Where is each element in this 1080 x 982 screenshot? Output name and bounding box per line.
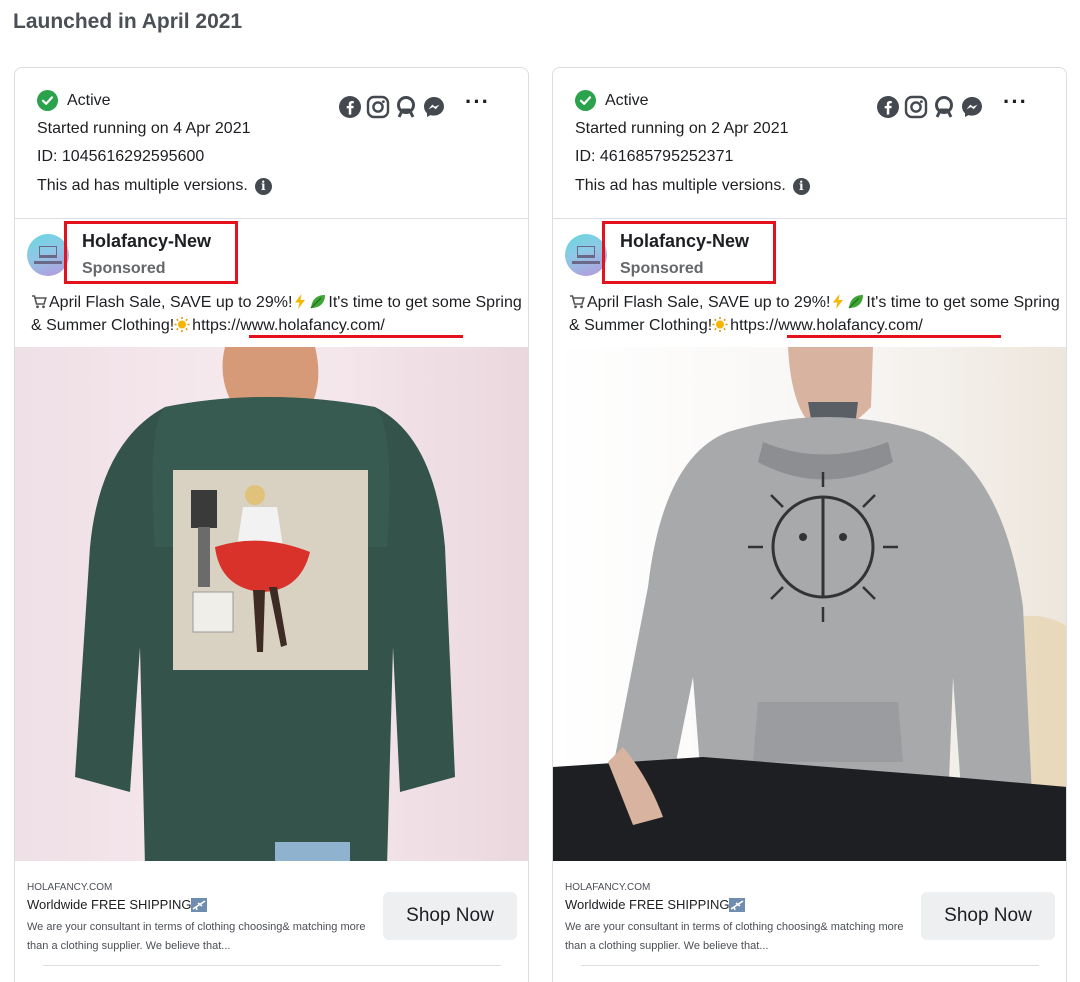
- page-avatar[interactable]: [565, 234, 607, 276]
- footer-divider: [581, 965, 1039, 966]
- facebook-icon: [339, 96, 361, 118]
- ad-card-header: Active Started running on 2 Apr 2021 ID:…: [553, 68, 1066, 219]
- start-date: Started running on 2 Apr 2021: [575, 120, 789, 137]
- section-title: Launched in April 2021: [13, 10, 243, 33]
- messenger-icon: [962, 97, 982, 117]
- leaf-icon: [310, 295, 326, 309]
- instagram-icon: [904, 95, 928, 119]
- instagram-icon: [366, 95, 390, 119]
- avatar-logo-bar: [572, 261, 600, 264]
- link-description: We are your consultant in terms of cloth…: [27, 921, 366, 952]
- platform-icons: [876, 95, 984, 119]
- platform-icons: [338, 95, 446, 119]
- ad-card: Active Started running on 4 Apr 2021 ID:…: [14, 67, 529, 982]
- ad-copy-part1: April Flash Sale, SAVE up to 29%!: [587, 294, 831, 311]
- messenger-icon: [424, 97, 444, 117]
- status-label: Active: [67, 91, 111, 109]
- ad-card: Active Started running on 2 Apr 2021 ID:…: [552, 67, 1067, 982]
- ad-id: ID: 461685795252371: [575, 148, 734, 165]
- check-circle-icon: [37, 90, 58, 111]
- shop-now-button[interactable]: Shop Now: [383, 892, 517, 940]
- shopping-cart-icon: [570, 295, 585, 309]
- link-headline: Worldwide FREE SHIPPING: [565, 897, 746, 912]
- check-circle-icon: [575, 90, 596, 111]
- audience-network-icon: [397, 96, 415, 118]
- sun-icon: [174, 317, 190, 332]
- headline-label: Worldwide FREE SHIPPING: [27, 897, 192, 912]
- sun-icon: [712, 317, 728, 332]
- headline-label: Worldwide FREE SHIPPING: [565, 897, 730, 912]
- lightning-icon: [833, 294, 844, 309]
- more-options-button[interactable]: ···: [1003, 91, 1028, 113]
- ad-card-header: Active Started running on 4 Apr 2021 ID:…: [15, 68, 528, 219]
- ad-image[interactable]: [553, 347, 1066, 861]
- link-domain: HOLAFANCY.COM: [565, 882, 651, 893]
- ad-copy: April Flash Sale, SAVE up to 29%! It's ti…: [569, 291, 1064, 337]
- status-row: Active: [37, 90, 111, 111]
- sponsored-label: Sponsored: [82, 260, 166, 277]
- link-domain: HOLAFANCY.COM: [27, 882, 113, 893]
- versions-note: This ad has multiple versions. i: [575, 177, 810, 195]
- avatar-logo-icon: [577, 246, 595, 258]
- info-icon[interactable]: i: [792, 177, 810, 195]
- audience-network-icon: [935, 96, 953, 118]
- sponsored-label: Sponsored: [620, 260, 704, 277]
- avatar-logo-bar: [34, 261, 62, 264]
- ad-copy-part1: April Flash Sale, SAVE up to 29%!: [49, 294, 293, 311]
- ad-image[interactable]: [15, 347, 528, 861]
- ad-id: ID: 1045616292595600: [37, 148, 205, 165]
- ad-copy: April Flash Sale, SAVE up to 29%! It's ti…: [31, 291, 526, 337]
- more-options-button[interactable]: ···: [465, 91, 490, 113]
- page-name[interactable]: Holafancy-New: [82, 231, 211, 252]
- versions-note: This ad has multiple versions. i: [37, 177, 272, 195]
- annotation-underline: [249, 335, 463, 338]
- status-label: Active: [605, 91, 649, 109]
- airplane-icon: [729, 897, 746, 912]
- avatar-logo-icon: [39, 246, 57, 258]
- link-description: We are your consultant in terms of cloth…: [565, 921, 904, 952]
- page-avatar[interactable]: [27, 234, 69, 276]
- link-headline: Worldwide FREE SHIPPING: [27, 897, 208, 912]
- sweatshirt-photo: [75, 347, 455, 861]
- facebook-icon: [877, 96, 899, 118]
- start-date: Started running on 4 Apr 2021: [37, 120, 251, 137]
- annotation-underline: [787, 335, 1001, 338]
- shopping-cart-icon: [32, 295, 47, 309]
- status-row: Active: [575, 90, 649, 111]
- lightning-icon: [295, 294, 306, 309]
- info-icon[interactable]: i: [254, 177, 272, 195]
- leaf-icon: [848, 295, 864, 309]
- ad-link[interactable]: https://www.holafancy.com/: [192, 317, 385, 334]
- page-name[interactable]: Holafancy-New: [620, 231, 749, 252]
- shop-now-button[interactable]: Shop Now: [921, 892, 1055, 940]
- versions-label: This ad has multiple versions.: [37, 177, 248, 194]
- ad-link[interactable]: https://www.holafancy.com/: [730, 317, 923, 334]
- versions-label: This ad has multiple versions.: [575, 177, 786, 194]
- footer-divider: [43, 965, 501, 966]
- hoodie-photo: [553, 347, 1066, 861]
- airplane-icon: [191, 897, 208, 912]
